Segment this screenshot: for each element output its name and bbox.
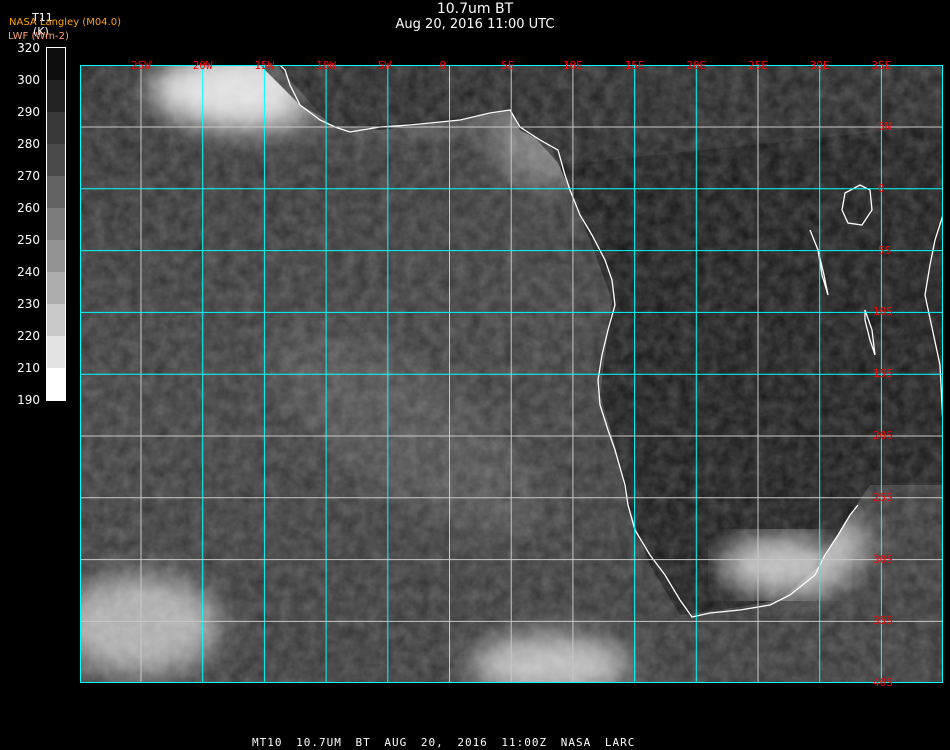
latitude-label: 20S bbox=[873, 429, 893, 442]
colorbar-tick: 250 bbox=[17, 233, 40, 247]
latitude-label: 40S bbox=[873, 676, 893, 690]
satellite-map: 25W 20W 15W 10W 5W 0 5E 10E 15E 20E 25E 30E 35E 5N 0 5S… bbox=[80, 59, 943, 689]
latitude-label: 30S bbox=[873, 552, 893, 566]
longitude-label: 15E bbox=[624, 59, 645, 72]
colorbar-segment bbox=[47, 80, 65, 112]
image-title: 10.7um BT bbox=[436, 1, 514, 17]
longitude-label: 10E bbox=[562, 59, 583, 72]
longitude-label: 20E bbox=[686, 59, 707, 72]
colorbar bbox=[46, 47, 66, 401]
colorbar-segment bbox=[47, 272, 65, 304]
latitude-label: 15S bbox=[873, 367, 893, 381]
colorbar-tick: 210 bbox=[17, 361, 40, 375]
latitude-label: 0 bbox=[878, 181, 885, 195]
longitude-label: 10W bbox=[316, 59, 336, 72]
colorbar-tick: 260 bbox=[17, 201, 40, 215]
colorbar-tick: 220 bbox=[17, 329, 40, 343]
latitude-label: 35S bbox=[873, 614, 893, 628]
colorbar-tick: 230 bbox=[17, 297, 40, 311]
longitude-label: 25E bbox=[748, 59, 768, 72]
colorbar-segment bbox=[47, 112, 65, 144]
image-timestamp: Aug 20, 2016 11:00 UTC bbox=[395, 17, 555, 32]
colorbar-segment bbox=[47, 208, 65, 240]
colorbar-segment bbox=[47, 336, 65, 368]
colorbar-segment bbox=[47, 304, 65, 336]
longitude-label: 35E bbox=[871, 59, 892, 72]
provider-label: NASA Langley (M04.0) bbox=[9, 17, 121, 28]
longitude-label: 15W bbox=[254, 59, 275, 72]
colorbar-tick: 290 bbox=[17, 105, 40, 119]
longitude-label: 5E bbox=[501, 59, 515, 72]
longitude-label: 5W bbox=[377, 59, 392, 72]
colorbar-segment bbox=[47, 176, 65, 208]
latitude-label: 10S bbox=[873, 305, 893, 319]
footer-caption: MT10 10.7UM BT AUG 20, 2016 11:00Z NASA … bbox=[252, 736, 636, 749]
colorbar-tick: 190 bbox=[17, 393, 40, 407]
latitude-label: 5N bbox=[878, 120, 892, 133]
longitude-label: 0 bbox=[439, 59, 447, 72]
longitude-label: 30E bbox=[809, 59, 830, 72]
colorbar-tick: 320 bbox=[17, 41, 40, 55]
latitude-label: 5S bbox=[878, 243, 892, 257]
colorbar-segment bbox=[47, 368, 65, 400]
colorbar-segment bbox=[47, 240, 65, 272]
colorbar-tick: 240 bbox=[17, 265, 40, 279]
latitude-label: 25S bbox=[873, 490, 893, 504]
colorbar-tick: 280 bbox=[17, 137, 40, 151]
colorbar-tick: 300 bbox=[17, 73, 40, 87]
colorbar-segment bbox=[47, 144, 65, 176]
longitude-label: 25W bbox=[131, 59, 151, 72]
colorbar-tick: 270 bbox=[17, 169, 40, 183]
longitude-label: 20W bbox=[192, 59, 213, 72]
colorbar-segment bbox=[47, 48, 65, 80]
